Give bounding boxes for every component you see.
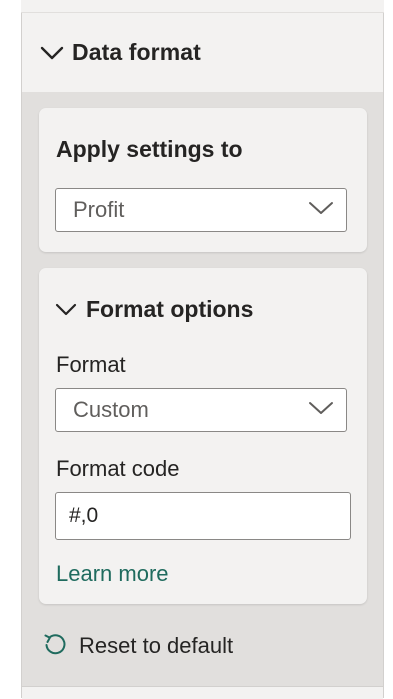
- reset-icon: [42, 631, 68, 662]
- format-options-header[interactable]: Format options: [54, 296, 253, 323]
- format-value: Custom: [73, 397, 149, 422]
- format-options-card: Format options Format Custom Format code…: [39, 268, 367, 604]
- format-dropdown[interactable]: Custom: [55, 388, 347, 432]
- format-code-label: Format code: [56, 456, 180, 481]
- chevron-down-icon: [308, 400, 334, 421]
- data-format-section-header[interactable]: Data format: [22, 13, 383, 92]
- next-section-divider: [22, 686, 383, 699]
- apply-settings-title: Apply settings to: [56, 136, 243, 162]
- apply-settings-card: Apply settings to Profit: [39, 108, 367, 252]
- learn-more-link[interactable]: Learn more: [56, 561, 169, 587]
- reset-to-default-button[interactable]: Reset to default: [42, 628, 233, 664]
- format-label: Format: [56, 352, 126, 377]
- apply-settings-dropdown[interactable]: Profit: [55, 188, 347, 232]
- reset-label: Reset to default: [79, 633, 234, 658]
- chevron-down-icon: [39, 40, 65, 66]
- previous-section-divider: [21, 0, 384, 13]
- chevron-down-icon: [308, 200, 334, 221]
- apply-settings-value: Profit: [73, 197, 125, 222]
- format-code-input[interactable]: [55, 492, 351, 540]
- chevron-down-icon: [54, 298, 78, 322]
- section-title: Data format: [72, 39, 201, 65]
- format-options-title: Format options: [86, 296, 254, 322]
